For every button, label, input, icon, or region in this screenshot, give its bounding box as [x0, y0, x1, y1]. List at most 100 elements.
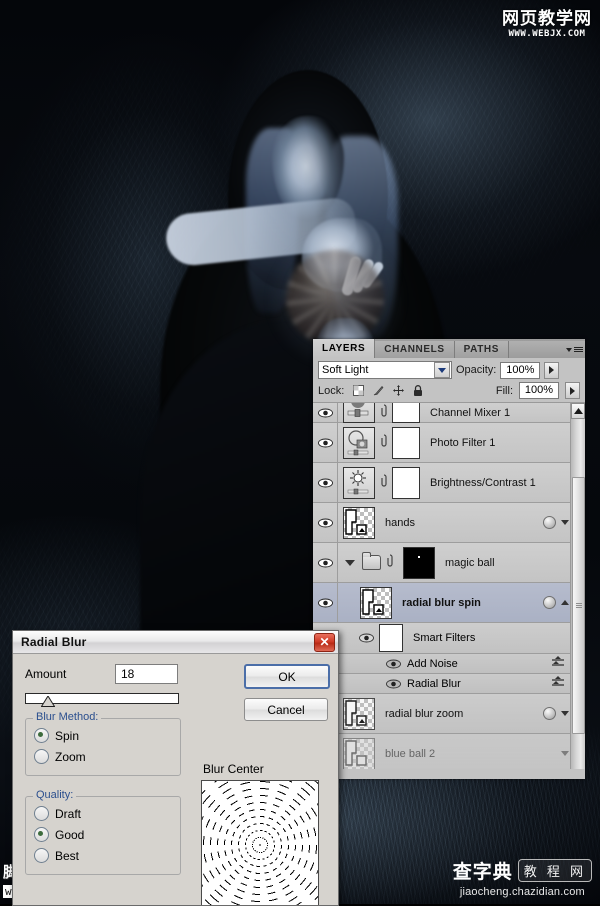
scroll-up-arrow[interactable] — [571, 403, 585, 419]
watermark-br-badge: 教 程 网 — [517, 859, 592, 882]
lock-position-icon[interactable] — [392, 384, 405, 397]
filter-row[interactable]: Radial Blur — [313, 674, 585, 694]
slider-handle[interactable] — [41, 696, 55, 707]
table-row[interactable]: hands — [313, 503, 585, 543]
radial-blur-dialog[interactable]: Radial Blur ✕ Amount 18 OK Cancel Blur M… — [12, 630, 339, 906]
blur-method-group: Blur Method: Spin Zoom — [25, 711, 181, 776]
blur-center-point[interactable] — [259, 844, 261, 846]
layer-name: radial blur spin — [402, 596, 481, 609]
table-row[interactable]: radial blur spin — [313, 583, 585, 623]
radio-zoom-icon[interactable] — [34, 749, 49, 764]
eye-icon[interactable] — [386, 659, 401, 669]
chevron-down-icon[interactable] — [561, 711, 569, 716]
dialog-title-bar[interactable]: Radial Blur ✕ — [13, 631, 338, 654]
chevron-down-icon[interactable] — [561, 520, 569, 525]
visibility-toggle[interactable] — [313, 463, 338, 502]
group-expand-icon[interactable] — [345, 559, 355, 566]
layer-thumbnail[interactable] — [343, 403, 375, 423]
smart-object-icon — [543, 516, 556, 529]
table-row[interactable]: Brightness/Contrast 1 — [313, 463, 585, 503]
opacity-slider-arrow-icon[interactable] — [544, 361, 560, 379]
fill-input[interactable]: 100% — [519, 382, 559, 399]
layer-thumbnail[interactable] — [343, 466, 375, 499]
fill-slider-arrow-icon[interactable] — [565, 382, 580, 399]
radio-draft[interactable]: Draft — [34, 803, 172, 824]
close-icon[interactable]: ✕ — [314, 632, 335, 652]
smart-filters-row[interactable]: Smart Filters — [313, 623, 585, 654]
radio-best-icon[interactable] — [34, 848, 49, 863]
eye-icon — [317, 558, 333, 567]
quality-group: Quality: Draft Good Best — [25, 789, 181, 875]
visibility-toggle[interactable] — [313, 543, 338, 582]
chevron-down-icon[interactable] — [561, 751, 569, 756]
amount-slider[interactable] — [25, 693, 179, 707]
amount-input[interactable]: 18 — [115, 664, 178, 684]
filter-settings-icon[interactable] — [551, 676, 565, 691]
ok-button[interactable]: OK — [244, 664, 330, 689]
link-icon[interactable] — [379, 474, 388, 491]
filter-settings-icon[interactable] — [551, 656, 565, 671]
filter-row[interactable]: Add Noise — [313, 654, 585, 674]
radio-good[interactable]: Good — [34, 824, 172, 845]
layer-mask-thumbnail[interactable] — [392, 403, 420, 423]
layer-name: blue ball 2 — [385, 747, 436, 760]
smart-filter-mask-thumbnail[interactable] — [379, 624, 403, 652]
cancel-button[interactable]: Cancel — [244, 698, 328, 721]
layer-mask-thumbnail[interactable] — [392, 426, 420, 459]
blur-center-preview[interactable] — [201, 780, 319, 905]
layer-thumbnail[interactable] — [343, 506, 375, 539]
filter-name: Add Noise — [407, 657, 458, 670]
filter-name: Radial Blur — [407, 677, 461, 690]
group-mask-thumbnail[interactable] — [403, 546, 435, 579]
visibility-toggle[interactable] — [313, 403, 338, 422]
opacity-input[interactable]: 100% — [500, 361, 541, 379]
tab-bar-filler — [509, 341, 563, 358]
visibility-toggle[interactable] — [313, 503, 338, 542]
layer-thumbnail[interactable] — [360, 586, 392, 619]
tab-channels[interactable]: CHANNELS — [375, 341, 455, 358]
dialog-title: Radial Blur — [21, 635, 87, 649]
lock-all-icon[interactable] — [412, 384, 424, 397]
link-icon[interactable] — [385, 554, 394, 571]
dialog-body: Amount 18 OK Cancel Blur Method: Spin Zo… — [13, 654, 338, 905]
table-row[interactable]: magic ball — [313, 543, 585, 583]
lock-paint-icon[interactable] — [372, 384, 385, 397]
table-row[interactable]: Channel Mixer 1 — [313, 403, 585, 423]
smart-object-icon — [543, 707, 556, 720]
tab-paths[interactable]: PATHS — [454, 341, 510, 358]
quality-legend: Quality: — [33, 789, 77, 801]
radio-draft-label: Draft — [55, 806, 82, 821]
visibility-toggle[interactable] — [357, 623, 375, 653]
radio-spin-icon[interactable] — [34, 728, 49, 743]
radio-zoom[interactable]: Zoom — [34, 746, 172, 767]
blur-center-label: Blur Center — [203, 762, 264, 776]
layer-list[interactable]: Channel Mixer 1 Photo Filter 1 Brightnes… — [313, 403, 585, 769]
visibility-toggle[interactable] — [313, 423, 338, 462]
tab-layers[interactable]: LAYERS — [313, 339, 376, 358]
table-row[interactable]: Photo Filter 1 — [313, 423, 585, 463]
panel-menu-icon[interactable] — [563, 341, 585, 358]
layers-panel[interactable]: LAYERS CHANNELS PATHS Soft Light Opacity… — [313, 339, 585, 779]
layer-thumbnail[interactable] — [343, 737, 375, 769]
watermark-top-cn: 网页教学网 — [502, 9, 592, 29]
lock-transparency-icon[interactable] — [352, 384, 365, 397]
scrollbar-thumb[interactable] — [572, 477, 585, 734]
layers-scrollbar[interactable] — [570, 403, 585, 769]
eye-icon[interactable] — [386, 679, 401, 689]
link-icon[interactable] — [379, 404, 388, 421]
layer-thumbnail[interactable] — [343, 426, 375, 459]
table-row[interactable]: blue ball 2 — [313, 734, 585, 769]
chevron-up-icon[interactable] — [561, 600, 569, 605]
layer-mask-thumbnail[interactable] — [392, 466, 420, 499]
radio-best[interactable]: Best — [34, 845, 172, 866]
table-row[interactable]: radial blur zoom — [313, 694, 585, 734]
radio-spin[interactable]: Spin — [34, 725, 172, 746]
radio-good-icon[interactable] — [34, 827, 49, 842]
chevron-down-icon[interactable] — [434, 362, 450, 378]
blend-mode-select[interactable]: Soft Light — [318, 361, 452, 379]
layer-thumbnail[interactable] — [343, 697, 375, 730]
radio-draft-icon[interactable] — [34, 806, 49, 821]
visibility-toggle[interactable] — [313, 583, 338, 622]
radio-spin-label: Spin — [55, 728, 80, 743]
link-icon[interactable] — [379, 434, 388, 451]
